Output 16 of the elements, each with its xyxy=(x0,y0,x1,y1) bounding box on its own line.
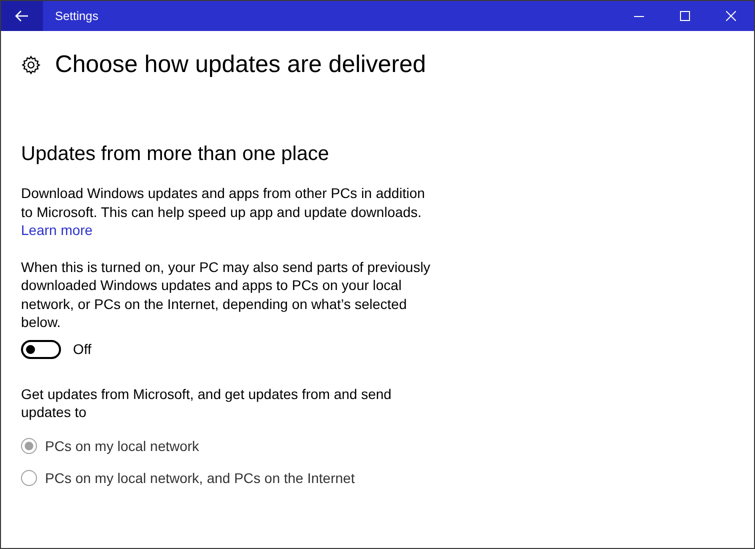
settings-icon xyxy=(21,55,41,75)
option-label: PCs on my local network, and PCs on the Internet xyxy=(45,470,355,486)
description-text: Download Windows updates and apps from other PCs in addition to Microsoft. This can help speed up app and update downloads. xyxy=(21,184,426,221)
section-heading: Updates from more than one place xyxy=(21,143,330,166)
close-icon xyxy=(726,11,736,21)
option-label: PCs on my local network xyxy=(45,438,200,454)
window-title: Settings xyxy=(55,9,100,23)
options-label: Get updates from Microsoft, and get updates from and send updates to xyxy=(21,384,392,422)
back-button[interactable] xyxy=(1,1,43,31)
back-arrow-icon xyxy=(15,10,29,22)
toggle-label: Off xyxy=(73,341,92,357)
toggle-switch[interactable] xyxy=(21,340,61,358)
maximize-icon xyxy=(680,11,690,21)
learn-more-link[interactable]: Learn more xyxy=(21,221,93,240)
note-text: When this is turned on, your PC may also send parts of previously downloaded Windows updates and apps to PCs on your local network, or PCs on the Internet, depending on what’s selected below. xyxy=(21,258,431,332)
page-title: Choose how updates are delivered xyxy=(55,51,426,79)
